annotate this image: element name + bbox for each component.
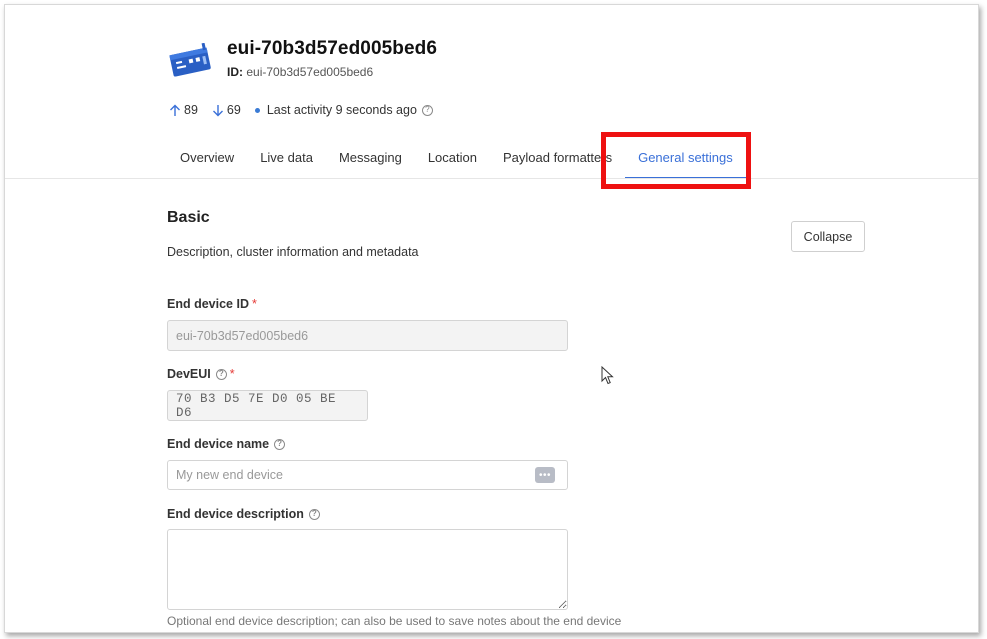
required-marker: *: [251, 297, 257, 311]
device-board-icon: [169, 43, 211, 77]
section-title: Basic: [167, 209, 210, 226]
tabs-divider: [5, 178, 978, 179]
end-device-description-label: End device description ?: [167, 507, 320, 521]
required-marker: *: [229, 367, 235, 381]
device-id-label: ID:: [227, 65, 243, 79]
tab-live-data[interactable]: Live data: [247, 147, 326, 179]
help-icon[interactable]: ?: [421, 104, 433, 116]
dev-eui-label-text: DevEUI: [167, 367, 211, 381]
uplink-stat: 89: [169, 103, 198, 117]
help-icon[interactable]: ?: [215, 368, 227, 380]
device-id: ID: eui-70b3d57ed005bed6: [227, 65, 373, 79]
end-device-name-label-text: End device name: [167, 437, 270, 451]
description-hint: Optional end device description; can als…: [167, 614, 622, 628]
tab-messaging[interactable]: Messaging: [326, 147, 415, 179]
highlight-annotation: [601, 132, 751, 189]
last-activity-text: Last activity 9 seconds ago: [266, 103, 417, 117]
last-activity: Last activity 9 seconds ago ?: [254, 103, 433, 117]
end-device-id-label-text: End device ID: [167, 297, 249, 311]
device-title: eui-70b3d57ed005bed6: [227, 38, 438, 59]
tab-overview[interactable]: Overview: [167, 147, 247, 179]
end-device-name-wrapper: •••: [167, 460, 568, 490]
downlink-count: 69: [226, 103, 241, 117]
password-manager-icon[interactable]: •••: [535, 467, 555, 483]
dev-eui-field: 70 B3 D5 7E D0 05 BE D6: [167, 390, 368, 421]
end-device-id-field: eui-70b3d57ed005bed6: [167, 320, 568, 351]
dev-eui-label: DevEUI ? *: [167, 367, 235, 381]
end-device-name-input[interactable]: [176, 468, 559, 482]
device-id-value: eui-70b3d57ed005bed6: [246, 65, 374, 79]
help-icon[interactable]: ?: [308, 508, 320, 520]
app-window: eui-70b3d57ed005bed6 ID: eui-70b3d57ed00…: [4, 4, 979, 633]
end-device-description-label-text: End device description: [167, 507, 304, 521]
end-device-description-input[interactable]: [167, 529, 568, 610]
uplink-count: 89: [184, 103, 198, 117]
arrow-up-icon: [170, 104, 180, 116]
help-icon[interactable]: ?: [274, 438, 286, 450]
mouse-cursor-icon: [601, 366, 614, 385]
status-dot-icon: [254, 107, 260, 113]
tab-location[interactable]: Location: [415, 147, 490, 179]
end-device-id-label: End device ID *: [167, 297, 257, 311]
section-description: Description, cluster information and met…: [167, 245, 419, 259]
collapse-button[interactable]: Collapse: [791, 221, 865, 252]
end-device-name-label: End device name ?: [167, 437, 286, 451]
downlink-stat: 69: [212, 103, 241, 117]
traffic-stats: 89 69 Last activity 9 seconds ago ?: [169, 103, 433, 117]
arrow-down-icon: [212, 104, 223, 116]
